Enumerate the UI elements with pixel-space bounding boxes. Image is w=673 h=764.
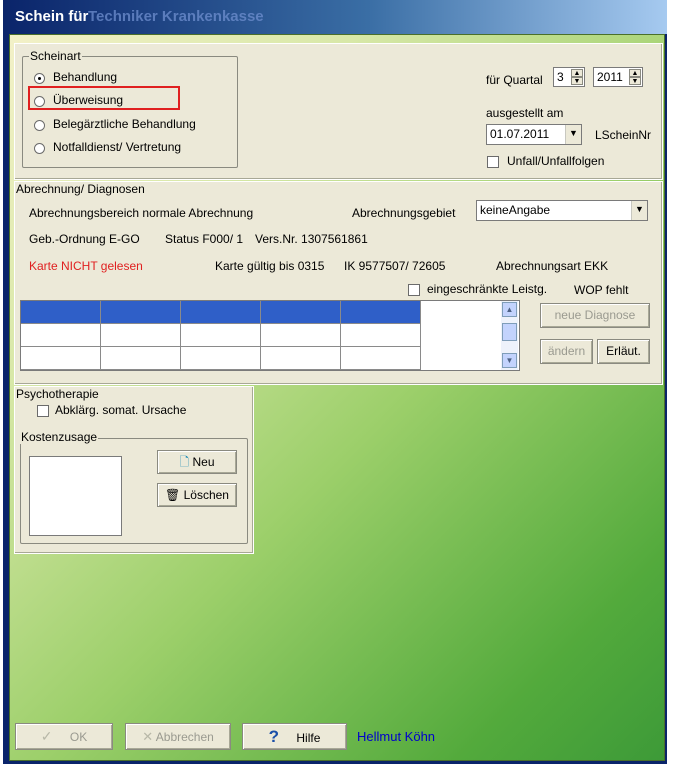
scroll-thumb[interactable]	[502, 323, 517, 341]
trash-icon: 🗑	[165, 488, 181, 502]
cancel-x-icon: ✕	[142, 729, 154, 744]
erlaeut-button[interactable]: Erläut.	[597, 339, 650, 364]
abklaerung-label: Abklärg. somat. Ursache	[55, 403, 187, 417]
quartal-value: 3	[557, 70, 564, 84]
abbrechen-button[interactable]: ✕ Abbrechen	[125, 723, 231, 750]
wop-text: WOP fehlt	[574, 283, 629, 297]
window-title: Schein für	[15, 8, 89, 25]
psychotherapie-legend: Psychotherapie	[16, 387, 99, 401]
chevron-down-icon[interactable]: ▼	[631, 201, 647, 220]
abrechnung-panel: Abrechnung/ Diagnosen Abrechnungsbereich…	[14, 181, 663, 385]
table-cell[interactable]	[341, 301, 421, 324]
table-cell[interactable]	[101, 347, 181, 370]
table-cell[interactable]	[21, 324, 101, 347]
karte-status-text: Karte NICHT gelesen	[29, 259, 143, 273]
scroll-up-icon[interactable]: ▲	[502, 302, 517, 317]
dialog-window: Schein für Techniker Krankenkasse Schein…	[3, 0, 667, 764]
quartal-label: für Quartal	[486, 73, 543, 87]
neue-diagnose-label: neue Diagnose	[554, 308, 636, 322]
year-up-icon[interactable]: ▲	[629, 69, 641, 77]
abrechnungsbereich-text: Abrechnungsbereich normale Abrechnung	[29, 206, 254, 220]
scroll-down-icon[interactable]: ▼	[502, 353, 517, 368]
ok-label: OK	[69, 730, 88, 744]
client-area: Scheinart Behandlung Überweisung Belegär…	[9, 34, 665, 761]
table-cell[interactable]	[101, 324, 181, 347]
help-question-icon: ?	[268, 727, 280, 746]
karte-gueltig-text: Karte gültig bis 0315	[215, 259, 325, 273]
top-panel: Scheinart Behandlung Überweisung Belegär…	[14, 43, 663, 180]
scheinart-legend: Scheinart	[29, 49, 82, 63]
kostenzusage-group: Kostenzusage 🗋 Neu 🗑 Löschen	[20, 430, 248, 544]
table-cell[interactable]	[181, 324, 261, 347]
radio-notfalldienst[interactable]	[34, 143, 45, 154]
window-title-insurer: Techniker Krankenkasse	[88, 8, 264, 25]
chevron-down-icon[interactable]: ▼	[565, 125, 581, 144]
abrechnungsart-text: Abrechnungsart EKK	[496, 259, 609, 273]
table-cell[interactable]	[261, 324, 341, 347]
kostenzusage-list[interactable]	[29, 456, 122, 536]
radio-behandlung-label: Behandlung	[53, 70, 118, 84]
hilfe-button[interactable]: ? Hilfe	[242, 723, 347, 750]
versnr-text: Vers.Nr. 1307561861	[255, 232, 368, 246]
table-cell[interactable]	[21, 301, 101, 324]
neu-label: Neu	[192, 455, 215, 469]
neu-button[interactable]: 🗋 Neu	[157, 450, 237, 474]
radio-belegaerztlich[interactable]	[34, 120, 45, 131]
year-down-icon[interactable]: ▼	[629, 77, 641, 85]
quartal-spinner[interactable]: 3 ▲ ▼	[553, 67, 585, 87]
table-cell[interactable]	[261, 347, 341, 370]
table-cell[interactable]	[341, 347, 421, 370]
checkmark-icon: ✓	[40, 728, 53, 744]
ik-text: IK 9577507/ 72605	[344, 259, 446, 273]
table-cell[interactable]	[261, 301, 341, 324]
ok-button[interactable]: ✓ OK	[15, 723, 113, 750]
user-name: Hellmut Köhn	[357, 729, 436, 744]
erlaeut-label: Erläut.	[606, 344, 641, 358]
scrollbar[interactable]: ▲ ▼	[501, 301, 518, 370]
abklaerung-checkbox[interactable]	[37, 405, 49, 417]
table-cell[interactable]	[181, 301, 261, 324]
ausgestellt-label: ausgestellt am	[486, 106, 564, 120]
loeschen-button[interactable]: 🗑 Löschen	[157, 483, 237, 507]
eingeschraenkt-checkbox[interactable]	[408, 284, 420, 296]
status-text: Status F000/ 1	[165, 232, 244, 246]
abrechnungsgebiet-select[interactable]: keineAngabe ▼	[476, 200, 648, 221]
neue-diagnose-button[interactable]: neue Diagnose	[540, 303, 650, 328]
abrechnungsgebiet-label: Abrechnungsgebiet	[352, 206, 456, 220]
eingeschraenkt-label: eingeschränkte Leistg.	[427, 282, 548, 296]
quartal-down-icon[interactable]: ▼	[571, 77, 583, 85]
year-value: 2011	[597, 70, 623, 84]
loeschen-label: Löschen	[183, 488, 229, 502]
aendern-button[interactable]: ändern	[540, 339, 593, 364]
kostenzusage-legend: Kostenzusage	[20, 430, 99, 444]
title-bar[interactable]: Schein für Techniker Krankenkasse	[3, 0, 667, 34]
highlight-box	[28, 86, 180, 110]
unfall-checkbox[interactable]	[487, 156, 499, 168]
psychotherapie-panel: Psychotherapie Abklärg. somat. Ursache K…	[14, 386, 254, 554]
date-value: 01.07.2011	[490, 127, 550, 141]
table-cell[interactable]	[101, 301, 181, 324]
abrechnungsgebiet-value: keineAngabe	[480, 203, 551, 217]
year-spinner[interactable]: 2011 ▲ ▼	[593, 67, 643, 87]
gebo-text: Geb.-Ordnung E-GO	[29, 232, 140, 246]
diagnose-table[interactable]: ▲ ▼	[20, 300, 520, 371]
table-cell[interactable]	[341, 324, 421, 347]
aendern-label: ändern	[547, 344, 586, 358]
table-cell[interactable]	[181, 347, 261, 370]
scheinart-group: Scheinart Behandlung Überweisung Belegär…	[22, 49, 238, 168]
radio-notfalldienst-label: Notfalldienst/ Vertretung	[53, 140, 182, 154]
abrechnung-legend: Abrechnung/ Diagnosen	[16, 182, 145, 196]
radio-belegaerztlich-label: Belegärztliche Behandlung	[53, 117, 196, 131]
lscheinnr-label: LScheinNr	[595, 128, 652, 142]
date-dropdown[interactable]: 01.07.2011 ▼	[486, 124, 582, 145]
radio-behandlung[interactable]	[34, 73, 45, 84]
quartal-up-icon[interactable]: ▲	[571, 69, 583, 77]
new-document-icon: 🗋	[179, 455, 190, 469]
table-cell[interactable]	[21, 347, 101, 370]
abbrechen-label: Abbrechen	[155, 730, 214, 744]
hilfe-label: Hilfe	[296, 731, 321, 745]
unfall-label: Unfall/Unfallfolgen	[507, 154, 605, 168]
